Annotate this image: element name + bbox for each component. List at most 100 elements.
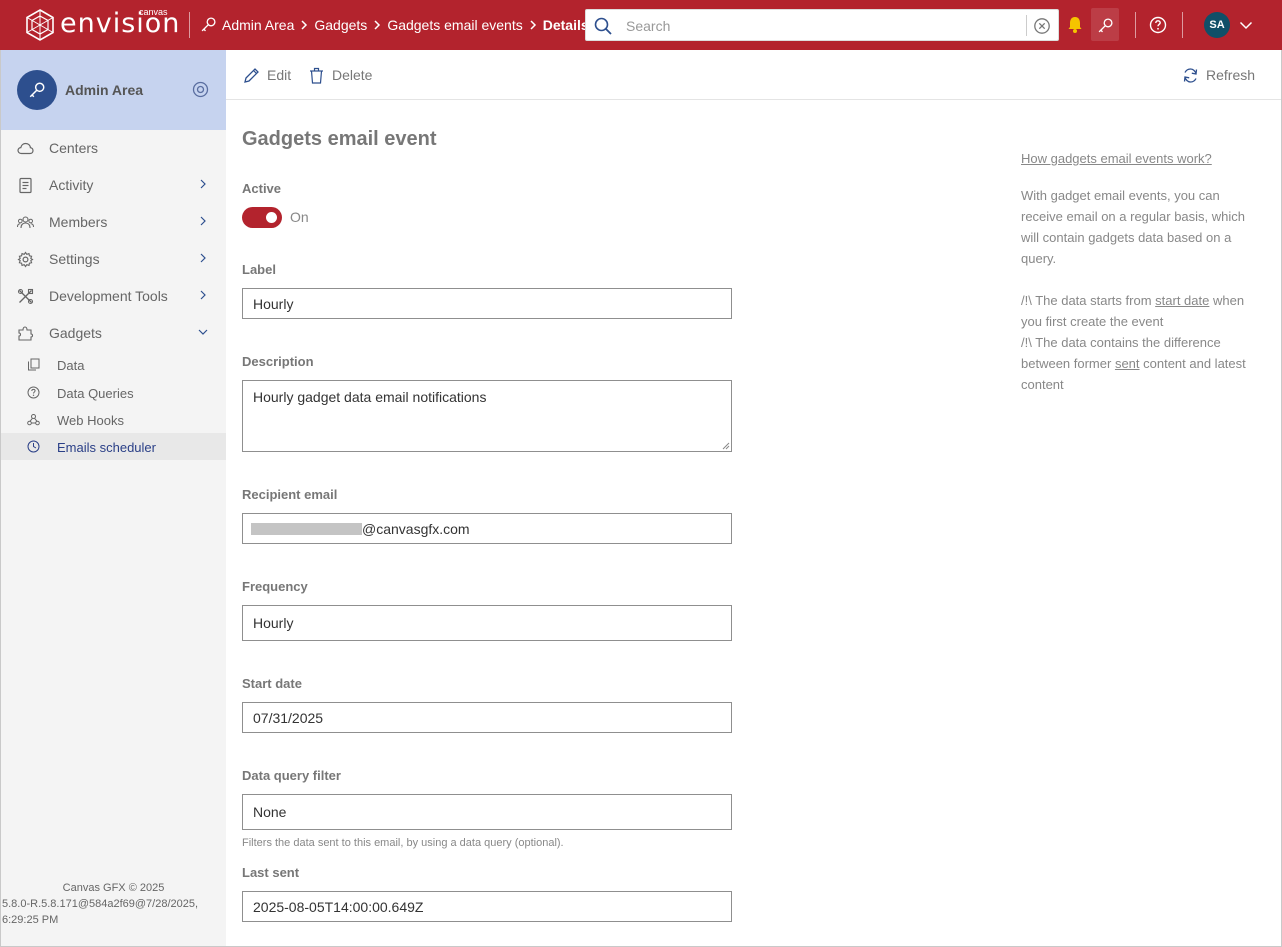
last-sent-label: Last sent [242, 865, 300, 880]
sidebar: Admin Area Centers Activity Members Sett… [1, 50, 226, 946]
resize-handle-icon[interactable] [722, 442, 730, 450]
search-input[interactable] [626, 16, 1006, 36]
question-icon [27, 386, 40, 399]
active-state-text: On [290, 209, 309, 225]
description-textarea[interactable]: Hourly gadget data email notifications [242, 380, 732, 452]
sidebar-item-label: Centers [49, 140, 99, 156]
sidebar-subitem-label: Data [57, 358, 85, 373]
filter-hint: Filters the data sent to this email, by … [242, 837, 564, 849]
start-date-value: 07/31/2025 [253, 709, 324, 726]
admin-area-avatar [17, 70, 57, 110]
delete-button[interactable]: Delete [308, 66, 372, 84]
help-paragraph: With gadget email events, you can receiv… [1021, 188, 1245, 266]
chevron-down-icon [198, 327, 208, 337]
sidebar-footer: Canvas GFX © 2025 5.8.0-R.5.8.171@584a2f… [1, 880, 226, 928]
chevron-right-icon [198, 253, 208, 263]
last-sent-value: 2025-08-05T14:00:00.649Z [253, 898, 424, 915]
help-link[interactable]: How gadgets email events work? [1021, 151, 1212, 166]
clear-search-icon[interactable] [1033, 17, 1051, 35]
sidebar-item-gadgets[interactable]: Gadgets [1, 315, 226, 352]
start-date-link[interactable]: start date [1155, 293, 1209, 308]
top-bar: envision canvas Admin Area Gadgets Gadge… [0, 0, 1282, 50]
user-avatar[interactable]: SA [1204, 12, 1230, 38]
breadcrumb-admin-area[interactable]: Admin Area [222, 17, 294, 33]
breadcrumb-gadgets[interactable]: Gadgets [314, 17, 367, 33]
sidebar-title: Admin Area [65, 82, 144, 98]
start-date-field[interactable]: 07/31/2025 [242, 702, 732, 733]
key-icon [29, 82, 45, 98]
clock-icon [27, 440, 40, 453]
active-toggle[interactable] [242, 207, 282, 228]
main-content: Edit Delete Refresh Gadgets email event … [226, 50, 1281, 946]
recipient-email-label: Recipient email [242, 487, 338, 502]
help-icon[interactable] [1149, 16, 1167, 34]
trash-icon [310, 67, 323, 84]
key-icon [200, 16, 217, 33]
search-icon [594, 17, 612, 35]
active-label: Active [242, 181, 282, 196]
search-box [585, 9, 1059, 41]
data-query-filter-select[interactable]: None [242, 794, 732, 830]
chevron-down-icon[interactable] [1239, 19, 1253, 31]
copyright-text: Canvas GFX © 2025 [62, 882, 165, 894]
description-label: Description [242, 354, 314, 369]
sidebar-item-activity[interactable]: Activity [1, 167, 226, 204]
brand-superscript: canvas [139, 7, 168, 17]
chevron-right-icon [530, 20, 536, 30]
help-note-text: /!\ The data starts from [1021, 293, 1156, 308]
sidebar-subitem-emails-scheduler[interactable]: Emails scheduler [1, 433, 226, 460]
sidebar-subitem-web-hooks[interactable]: Web Hooks [1, 406, 226, 433]
frequency-value: Hourly [253, 615, 294, 631]
sidebar-item-label: Settings [49, 251, 100, 267]
pencil-icon [244, 67, 259, 83]
admin-key-button[interactable] [1091, 8, 1119, 41]
target-settings-icon[interactable] [192, 81, 209, 98]
start-date-label: Start date [242, 676, 302, 691]
chevron-right-icon [374, 20, 381, 30]
sidebar-item-label: Gadgets [49, 325, 102, 341]
delete-label: Delete [332, 67, 373, 83]
last-sent-field[interactable]: 2025-08-05T14:00:00.649Z [242, 891, 732, 922]
gear-icon [17, 251, 34, 268]
toolbar: Edit Delete Refresh [226, 50, 1281, 100]
sidebar-item-centers[interactable]: Centers [1, 130, 226, 167]
label-field[interactable]: Hourly [242, 288, 732, 319]
notification-bell-icon[interactable] [1066, 15, 1084, 34]
sidebar-item-label: Development Tools [49, 288, 168, 304]
page-title: Gadgets email event [242, 128, 437, 150]
breadcrumb-gadgets-email-events[interactable]: Gadgets email events [387, 17, 522, 33]
sidebar-subitem-label: Data Queries [57, 386, 134, 401]
divider [1026, 15, 1027, 36]
sidebar-item-development-tools[interactable]: Development Tools [1, 278, 226, 315]
frequency-select[interactable]: Hourly [242, 605, 732, 641]
label-field-value: Hourly [253, 295, 294, 312]
edit-button[interactable]: Edit [243, 66, 291, 84]
sidebar-item-members[interactable]: Members [1, 204, 226, 241]
version-text: 5.8.0-R.5.8.171@584a2f69@7/28/2025, 6:29… [2, 898, 199, 926]
cloud-icon [17, 140, 34, 157]
members-icon [17, 214, 34, 231]
help-note-start-date: /!\ The data starts from start date when… [1021, 290, 1261, 332]
label-field-label: Label [242, 262, 276, 277]
recipient-email-field[interactable]: @canvasgfx.com [242, 513, 732, 544]
refresh-icon [1183, 67, 1198, 83]
chevron-right-icon [198, 179, 208, 189]
sidebar-item-settings[interactable]: Settings [1, 241, 226, 278]
chevron-right-icon [301, 20, 308, 30]
recipient-email-domain: @canvasgfx.com [362, 520, 470, 537]
refresh-button[interactable]: Refresh [1182, 66, 1255, 84]
description-value: Hourly gadget data email notifications [253, 389, 487, 405]
divider [1135, 12, 1136, 38]
sidebar-item-label: Activity [49, 177, 94, 193]
help-note-difference: /!\ The data contains the difference bet… [1021, 332, 1261, 395]
breadcrumb: Admin Area Gadgets Gadgets email events … [222, 16, 589, 34]
sidebar-subitem-data[interactable]: Data [1, 351, 226, 378]
data-query-filter-value: None [253, 804, 287, 820]
divider [1182, 12, 1183, 38]
envision-logo-icon[interactable] [24, 9, 56, 41]
sidebar-subitem-data-queries[interactable]: Data Queries [1, 379, 226, 406]
activity-icon [17, 177, 34, 194]
sidebar-subitem-label: Emails scheduler [57, 440, 156, 455]
sent-link[interactable]: sent [1115, 356, 1140, 371]
edit-label: Edit [267, 67, 292, 83]
